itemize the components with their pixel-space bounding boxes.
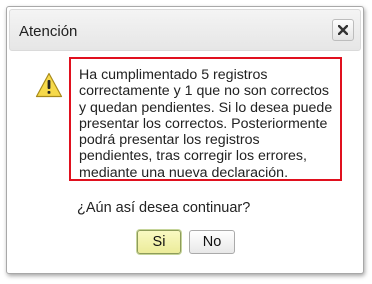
confirmation-dialog: Atención Ha cumplimentado 5 registros co… xyxy=(6,6,364,274)
message-line: presentar los correctos. Posteriormente xyxy=(79,115,328,132)
message-line: correctamente y 1 que no son correctos xyxy=(79,83,329,100)
warning-triangle-icon xyxy=(35,72,63,103)
dialog-titlebar[interactable]: Atención xyxy=(9,9,361,51)
no-button[interactable]: No xyxy=(189,230,235,254)
message-line: podrá presentar los registros xyxy=(79,132,260,149)
confirmation-question: ¿Aún así desea continuar? xyxy=(77,200,251,216)
message-line: y quedan pendientes. Si lo desea puede xyxy=(79,99,333,116)
dialog-title: Atención xyxy=(19,23,78,40)
message-line: pendientes, tras corregir los errores, xyxy=(79,148,307,165)
yes-button[interactable]: Si xyxy=(137,230,181,254)
message-line: mediante una nueva declaración. xyxy=(79,164,289,181)
message-highlight-box: Ha cumplimentado 5 registros correctamen… xyxy=(69,57,342,181)
message-line: Ha cumplimentado 5 registros xyxy=(79,67,268,83)
close-button[interactable] xyxy=(332,19,354,41)
close-icon xyxy=(338,25,348,35)
